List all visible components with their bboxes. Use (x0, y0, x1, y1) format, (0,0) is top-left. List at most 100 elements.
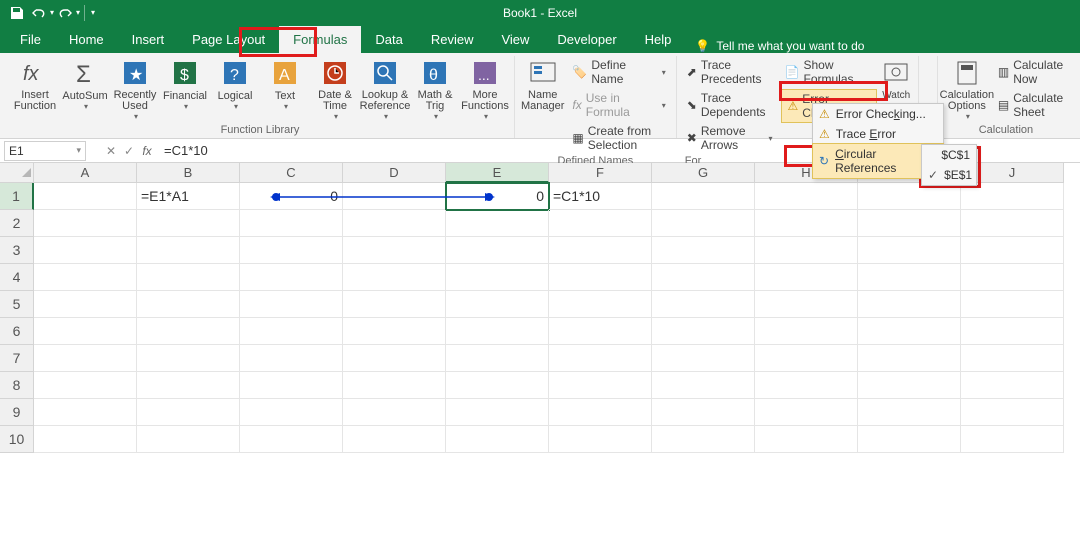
name-manager-button[interactable]: Name Manager (521, 56, 564, 112)
cell-J1[interactable] (961, 183, 1064, 210)
cell-H10[interactable] (755, 426, 858, 453)
row-head-3[interactable]: 3 (0, 237, 34, 264)
cell-B6[interactable] (137, 318, 240, 345)
cell-F2[interactable] (549, 210, 652, 237)
trace-dependents-button[interactable]: ⬊Trace Dependents (683, 89, 777, 121)
cell-G7[interactable] (652, 345, 755, 372)
cell-F7[interactable] (549, 345, 652, 372)
tab-view[interactable]: View (487, 26, 543, 53)
cell-F9[interactable] (549, 399, 652, 426)
menu-trace-error[interactable]: ⚠ Trace Error (813, 124, 943, 144)
cell-B1[interactable]: =E1*A1 (137, 183, 240, 210)
define-name-button[interactable]: 🏷️Define Name (568, 56, 669, 88)
cell-B2[interactable] (137, 210, 240, 237)
row-head-2[interactable]: 2 (0, 210, 34, 237)
col-head-F[interactable]: F (549, 163, 652, 183)
cell-I2[interactable] (858, 210, 961, 237)
use-in-formula-button[interactable]: fxUse in Formula (568, 89, 669, 121)
logical-button[interactable]: ? Logical (212, 56, 258, 111)
row-head-4[interactable]: 4 (0, 264, 34, 291)
cell-E5[interactable] (446, 291, 549, 318)
cell-C4[interactable] (240, 264, 343, 291)
cell-J10[interactable] (961, 426, 1064, 453)
cell-H5[interactable] (755, 291, 858, 318)
row-head-9[interactable]: 9 (0, 399, 34, 426)
cell-B5[interactable] (137, 291, 240, 318)
cell-J7[interactable] (961, 345, 1064, 372)
math-button[interactable]: θ Math & Trig (412, 56, 458, 121)
cell-A3[interactable] (34, 237, 137, 264)
cell-F1[interactable]: =C1*10 (549, 183, 652, 210)
cell-D4[interactable] (343, 264, 446, 291)
cell-E9[interactable] (446, 399, 549, 426)
tell-me-search[interactable]: 💡 Tell me what you want to do (695, 39, 864, 53)
cell-B10[interactable] (137, 426, 240, 453)
col-head-E[interactable]: E (446, 163, 549, 183)
cell-F10[interactable] (549, 426, 652, 453)
recently-used-button[interactable]: ★ Recently Used (112, 56, 158, 121)
cell-D8[interactable] (343, 372, 446, 399)
calculate-now-button[interactable]: ▥Calculate Now (994, 56, 1068, 88)
cell-G3[interactable] (652, 237, 755, 264)
cell-A4[interactable] (34, 264, 137, 291)
cell-B3[interactable] (137, 237, 240, 264)
cell-D6[interactable] (343, 318, 446, 345)
cell-D10[interactable] (343, 426, 446, 453)
insert-function-button[interactable]: fx Insert Function (12, 56, 58, 112)
tab-review[interactable]: Review (417, 26, 488, 53)
cell-G8[interactable] (652, 372, 755, 399)
cell-A2[interactable] (34, 210, 137, 237)
tab-help[interactable]: Help (631, 26, 686, 53)
tab-developer[interactable]: Developer (543, 26, 630, 53)
tab-insert[interactable]: Insert (118, 26, 179, 53)
cancel-formula-button[interactable]: ✕ (102, 144, 120, 158)
circular-ref-item-2[interactable]: ✓ $E$1 (922, 165, 976, 185)
cell-J2[interactable] (961, 210, 1064, 237)
datetime-button[interactable]: Date & Time (312, 56, 358, 121)
col-head-B[interactable]: B (137, 163, 240, 183)
cell-A7[interactable] (34, 345, 137, 372)
chevron-down-icon[interactable]: ▾ (76, 145, 81, 156)
cell-I6[interactable] (858, 318, 961, 345)
show-formulas-button[interactable]: 📄Show Formulas (781, 56, 877, 88)
cell-C3[interactable] (240, 237, 343, 264)
cell-B8[interactable] (137, 372, 240, 399)
select-all-button[interactable] (0, 163, 34, 183)
name-box[interactable]: E1 ▾ (4, 141, 86, 161)
create-from-selection-button[interactable]: ▦Create from Selection (568, 122, 669, 154)
fx-icon[interactable]: fx (138, 144, 156, 158)
cell-C7[interactable] (240, 345, 343, 372)
more-functions-button[interactable]: ... More Functions (462, 56, 508, 121)
cell-C1[interactable]: 0 (240, 183, 343, 210)
cell-G9[interactable] (652, 399, 755, 426)
cell-I8[interactable] (858, 372, 961, 399)
cell-G1[interactable] (652, 183, 755, 210)
cell-H3[interactable] (755, 237, 858, 264)
cell-C6[interactable] (240, 318, 343, 345)
cell-J4[interactable] (961, 264, 1064, 291)
col-head-G[interactable]: G (652, 163, 755, 183)
cell-A6[interactable] (34, 318, 137, 345)
cell-D7[interactable] (343, 345, 446, 372)
cell-F5[interactable] (549, 291, 652, 318)
cell-A1[interactable] (34, 183, 137, 210)
cell-B7[interactable] (137, 345, 240, 372)
cell-D5[interactable] (343, 291, 446, 318)
cell-I9[interactable] (858, 399, 961, 426)
cell-F4[interactable] (549, 264, 652, 291)
cell-D3[interactable] (343, 237, 446, 264)
cell-A5[interactable] (34, 291, 137, 318)
financial-button[interactable]: $ Financial (162, 56, 208, 111)
cell-I7[interactable] (858, 345, 961, 372)
cell-J5[interactable] (961, 291, 1064, 318)
cell-C10[interactable] (240, 426, 343, 453)
row-head-1[interactable]: 1 (0, 183, 34, 210)
cell-J6[interactable] (961, 318, 1064, 345)
redo-dropdown-icon[interactable]: ▾ (76, 8, 80, 17)
cell-F3[interactable] (549, 237, 652, 264)
cell-J9[interactable] (961, 399, 1064, 426)
cell-C9[interactable] (240, 399, 343, 426)
cell-G5[interactable] (652, 291, 755, 318)
cell-J3[interactable] (961, 237, 1064, 264)
remove-arrows-button[interactable]: ✖Remove Arrows (683, 122, 777, 154)
